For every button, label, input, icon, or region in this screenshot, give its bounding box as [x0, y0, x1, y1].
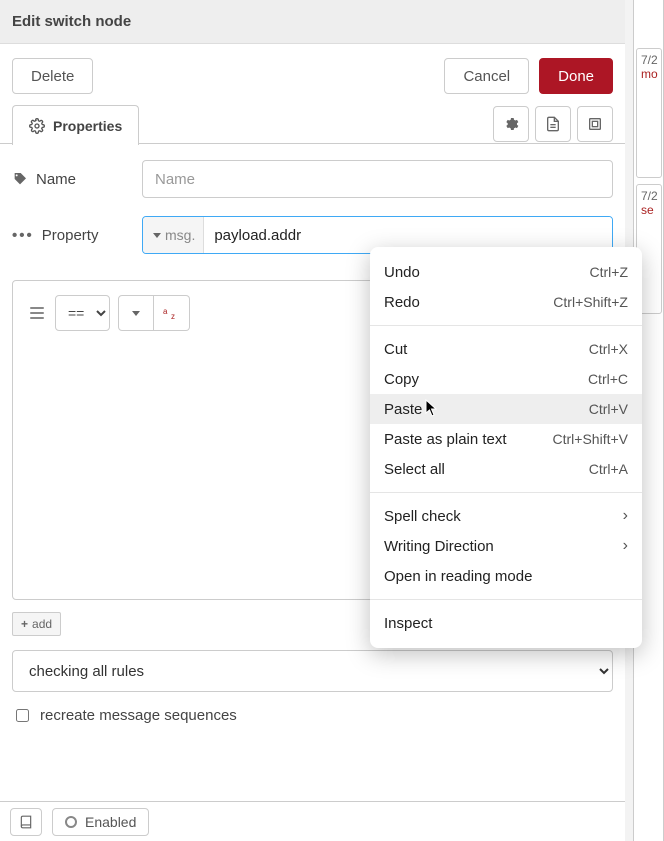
menu-label: Redo — [384, 294, 420, 311]
rule-operator-select[interactable]: == — [55, 295, 110, 331]
name-label: Name — [12, 171, 142, 188]
debug-source: se — [641, 203, 659, 217]
az-string-icon: az — [163, 306, 181, 320]
context-menu: Undo Ctrl+Z Redo Ctrl+Shift+Z Cut Ctrl+X… — [370, 247, 642, 648]
caret-down-icon — [132, 311, 140, 316]
menu-label: Paste as plain text — [384, 431, 507, 448]
menu-label: Inspect — [384, 615, 432, 632]
menu-label: Spell check — [384, 508, 461, 525]
delete-button[interactable]: Delete — [12, 58, 93, 94]
circle-icon — [65, 816, 77, 828]
menu-paste[interactable]: Paste Ctrl+V — [370, 394, 642, 424]
menu-label: Select all — [384, 461, 445, 478]
recreate-sequences-label: recreate message sequences — [40, 707, 237, 724]
menu-inspect[interactable]: Inspect — [370, 608, 642, 638]
plus-icon: + — [21, 617, 28, 631]
menu-cut[interactable]: Cut Ctrl+X — [370, 334, 642, 364]
enabled-toggle[interactable]: Enabled — [52, 808, 149, 836]
menu-shortcut: Ctrl+Z — [590, 264, 629, 280]
menu-reading-mode[interactable]: Open in reading mode — [370, 561, 642, 591]
cancel-button[interactable]: Cancel — [444, 58, 529, 94]
settings-button[interactable] — [493, 106, 529, 142]
menu-copy[interactable]: Copy Ctrl+C — [370, 364, 642, 394]
debug-timestamp: 7/2 — [641, 53, 659, 67]
add-rule-label: add — [32, 617, 52, 631]
menu-label: Copy — [384, 371, 419, 388]
menu-shortcut: Ctrl+Shift+Z — [553, 294, 628, 310]
action-bar: Delete Cancel Done — [0, 44, 625, 104]
svg-text:z: z — [171, 312, 175, 320]
debug-source: mo — [641, 67, 659, 81]
property-label-text: Property — [42, 227, 99, 244]
debug-message[interactable]: 7/2 mo — [636, 48, 662, 178]
menu-shortcut: Ctrl+A — [589, 461, 628, 477]
property-label: ••• Property — [12, 227, 142, 244]
rule-type-selector[interactable] — [118, 295, 154, 331]
chevron-right-icon — [623, 507, 628, 525]
recreate-sequences-row[interactable]: recreate message sequences — [12, 706, 613, 725]
document-icon — [545, 116, 561, 132]
menu-shortcut: Ctrl+C — [588, 371, 628, 387]
menu-writing-direction[interactable]: Writing Direction — [370, 531, 642, 561]
menu-label: Writing Direction — [384, 538, 494, 555]
tag-icon — [12, 171, 28, 187]
menu-shortcut: Ctrl+Shift+V — [553, 431, 628, 447]
add-rule-button[interactable]: + add — [12, 612, 61, 636]
panel-title: Edit switch node — [0, 0, 625, 44]
done-button[interactable]: Done — [539, 58, 613, 94]
menu-shortcut: Ctrl+X — [589, 341, 628, 357]
menu-select-all[interactable]: Select all Ctrl+A — [370, 454, 642, 484]
name-label-text: Name — [36, 171, 76, 188]
gear-icon — [29, 118, 45, 134]
appearance-icon — [587, 116, 603, 132]
description-button[interactable] — [535, 106, 571, 142]
menu-label: Cut — [384, 341, 407, 358]
debug-timestamp: 7/2 — [641, 189, 659, 203]
enabled-label: Enabled — [85, 814, 136, 830]
tabs-row: Properties — [0, 104, 625, 144]
book-icon — [18, 815, 34, 829]
menu-undo[interactable]: Undo Ctrl+Z — [370, 257, 642, 287]
ellipsis-icon: ••• — [12, 227, 34, 244]
recreate-sequences-checkbox[interactable] — [16, 709, 29, 722]
tab-properties-label: Properties — [53, 118, 122, 134]
gear-icon — [503, 116, 519, 132]
menu-redo[interactable]: Redo Ctrl+Shift+Z — [370, 287, 642, 317]
docs-button[interactable] — [10, 808, 42, 836]
appearance-button[interactable] — [577, 106, 613, 142]
checking-mode-select[interactable]: checking all rules — [12, 650, 613, 692]
property-prefix: msg. — [165, 227, 195, 243]
rule-value-type-string[interactable]: az — [154, 295, 190, 331]
caret-down-icon — [153, 233, 161, 238]
svg-text:a: a — [163, 307, 168, 316]
tab-properties[interactable]: Properties — [12, 105, 139, 145]
property-type-selector[interactable]: msg. — [143, 217, 204, 253]
menu-label: Paste — [384, 401, 422, 418]
menu-paste-plain[interactable]: Paste as plain text Ctrl+Shift+V — [370, 424, 642, 454]
menu-shortcut: Ctrl+V — [589, 401, 628, 417]
menu-label: Undo — [384, 264, 420, 281]
footer-bar: Enabled — [0, 801, 625, 841]
drag-handle-icon[interactable] — [27, 307, 47, 319]
chevron-right-icon — [623, 537, 628, 555]
menu-label: Open in reading mode — [384, 568, 532, 585]
menu-spell-check[interactable]: Spell check — [370, 501, 642, 531]
name-input[interactable] — [142, 160, 613, 198]
